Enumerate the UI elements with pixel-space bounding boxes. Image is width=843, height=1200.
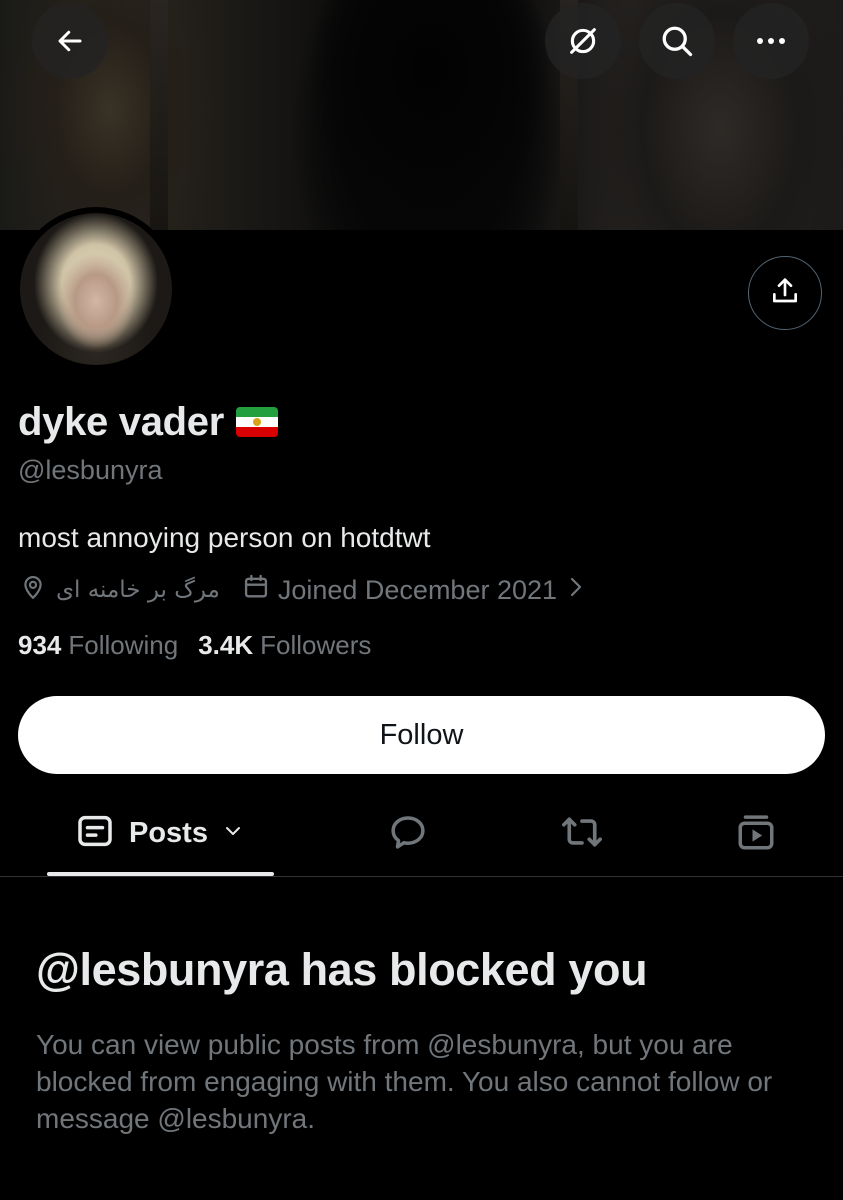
posts-icon (75, 811, 115, 856)
repost-icon (560, 812, 604, 857)
profile-banner[interactable] (0, 0, 843, 230)
iran-flag-icon (236, 407, 279, 437)
share-icon (769, 275, 801, 312)
blocked-message: You can view public posts from @lesbunyr… (36, 1029, 773, 1134)
profile-bio: most annoying person on hotdtwt (18, 522, 431, 553)
tab-reposts[interactable] (560, 812, 604, 856)
tabs-divider (0, 876, 843, 877)
tab-posts[interactable]: Posts (75, 813, 242, 853)
chevron-down-icon[interactable] (224, 824, 242, 842)
following-count: 934 (18, 630, 62, 660)
display-name-row: dyke vader (18, 398, 279, 446)
blocked-title: @lesbunyra has blocked you (36, 944, 648, 995)
tab-media[interactable] (734, 812, 778, 856)
display-name: dyke vader (18, 399, 225, 444)
profile-location: مرگ بر خامنه ای (56, 577, 220, 603)
back-button[interactable] (32, 3, 108, 79)
follow-stats: 934 Following 3.4K Followers (18, 630, 371, 661)
join-date: Joined December 2021 (277, 574, 558, 605)
media-icon (735, 811, 777, 858)
avatar[interactable] (20, 213, 172, 365)
chevron-right-icon[interactable] (569, 575, 583, 606)
location-pin-icon (20, 574, 46, 607)
grok-button[interactable] (545, 3, 621, 79)
tab-replies[interactable] (386, 812, 430, 856)
followers-label: Followers (260, 630, 372, 660)
tab-posts-label: Posts (129, 816, 208, 849)
more-horizontal-icon (754, 36, 788, 46)
profile-tabs: Posts (0, 800, 843, 876)
followers-count: 3.4K (198, 630, 254, 660)
search-button[interactable] (639, 3, 715, 79)
speech-bubble-icon (387, 811, 429, 858)
share-button[interactable] (748, 256, 822, 330)
slash-circle-icon (566, 24, 600, 58)
followers-link[interactable]: 3.4K Followers (198, 630, 371, 661)
arrow-left-icon (55, 26, 85, 56)
profile-meta: مرگ بر خامنه ای Joined December 2021 (20, 570, 583, 610)
search-icon (659, 23, 695, 59)
profile-handle: @lesbunyra (18, 455, 163, 485)
calendar-icon (242, 573, 270, 608)
more-button[interactable] (733, 3, 809, 79)
follow-button[interactable]: Follow (18, 696, 825, 774)
following-label: Following (68, 630, 179, 660)
following-link[interactable]: 934 Following (18, 630, 178, 661)
